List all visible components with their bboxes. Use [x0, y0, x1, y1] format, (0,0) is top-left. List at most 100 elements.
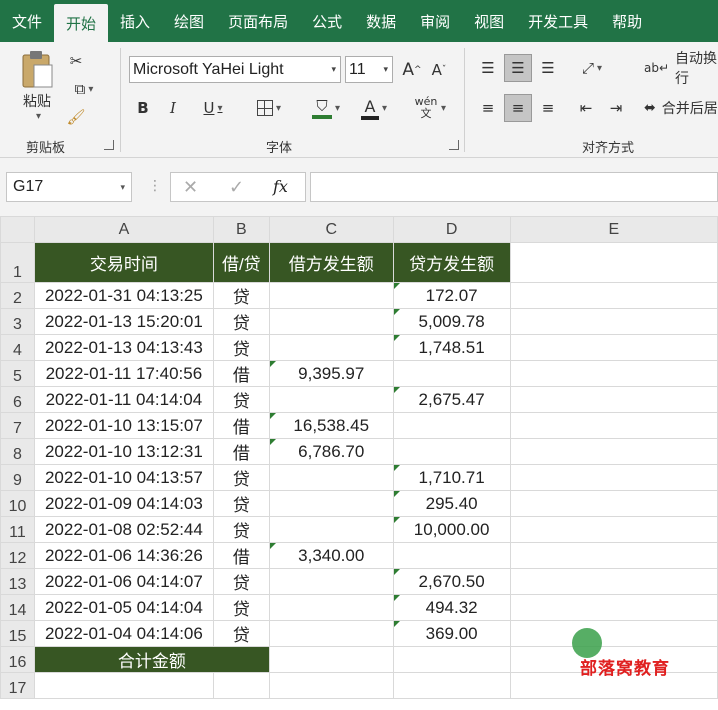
name-box[interactable]: G17 ▾: [6, 172, 132, 202]
debit-cell[interactable]: [268, 282, 394, 309]
type-cell[interactable]: 贷: [212, 568, 270, 595]
debit-cell[interactable]: [268, 464, 394, 491]
time-cell[interactable]: 2022-01-05 04:14:04: [33, 594, 214, 621]
type-cell[interactable]: 贷: [212, 386, 270, 413]
type-cell[interactable]: 贷: [212, 334, 270, 361]
formula-input[interactable]: [310, 172, 718, 202]
italic-button[interactable]: I: [162, 96, 184, 120]
chevron-down-icon[interactable]: ▾: [441, 103, 446, 114]
debit-cell[interactable]: 6,786.70: [268, 438, 394, 465]
debit-cell[interactable]: 9,395.97: [268, 360, 394, 387]
row-header[interactable]: 6: [0, 386, 35, 413]
total-label-cell[interactable]: 合计金额: [33, 646, 270, 673]
debit-cell[interactable]: [268, 568, 394, 595]
credit-cell[interactable]: 1,748.51: [392, 334, 511, 361]
debit-cell[interactable]: [268, 594, 394, 621]
phonetic-button[interactable]: wén 文 ▾: [408, 94, 452, 122]
row-header[interactable]: 8: [0, 438, 35, 465]
credit-cell[interactable]: [392, 438, 511, 465]
cell[interactable]: [509, 516, 718, 543]
chevron-down-icon[interactable]: ▾: [335, 103, 340, 114]
column-header-b[interactable]: B: [212, 216, 270, 243]
orientation-button[interactable]: ⤢ ▾: [572, 56, 612, 80]
wrap-text-button[interactable]: ab↵ 自动换行: [644, 51, 718, 87]
credit-cell[interactable]: 172.07: [392, 282, 511, 309]
font-color-button[interactable]: A ▾: [354, 94, 394, 122]
row-header[interactable]: 10: [0, 490, 35, 517]
align-middle-button[interactable]: ☰: [504, 54, 532, 82]
cell[interactable]: [33, 672, 214, 699]
debit-cell[interactable]: [268, 620, 394, 647]
cell[interactable]: [509, 464, 718, 491]
cell[interactable]: [509, 542, 718, 569]
debit-cell[interactable]: [268, 308, 394, 335]
header-cell-debit[interactable]: 借方发生额: [268, 242, 394, 283]
row-header[interactable]: 12: [0, 542, 35, 569]
select-all-corner[interactable]: [0, 216, 35, 243]
cell[interactable]: [509, 360, 718, 387]
align-center-button[interactable]: ≡: [504, 94, 532, 122]
time-cell[interactable]: 2022-01-11 04:14:04: [33, 386, 214, 413]
credit-cell[interactable]: 5,009.78: [392, 308, 511, 335]
menu-item[interactable]: 开发工具: [516, 0, 600, 42]
menu-item[interactable]: 绘图: [162, 0, 216, 42]
menu-item[interactable]: 帮助: [600, 0, 654, 42]
borders-button[interactable]: ▾: [248, 96, 290, 120]
time-cell[interactable]: 2022-01-06 04:14:07: [33, 568, 214, 595]
column-header-c[interactable]: C: [268, 216, 394, 243]
font-size-select[interactable]: 11 ▾: [345, 56, 393, 83]
insert-function-icon[interactable]: fx: [273, 177, 288, 196]
row-header[interactable]: 16: [0, 646, 35, 673]
fill-color-button[interactable]: ⛉ ▾: [304, 94, 348, 122]
font-launcher-icon[interactable]: [449, 140, 459, 150]
cell[interactable]: [509, 412, 718, 439]
credit-cell[interactable]: 1,710.71: [392, 464, 511, 491]
menu-item[interactable]: 数据: [354, 0, 408, 42]
cell[interactable]: [509, 334, 718, 361]
cell[interactable]: [509, 438, 718, 465]
cell[interactable]: [509, 282, 718, 309]
row-header[interactable]: 2: [0, 282, 35, 309]
chevron-down-icon[interactable]: ▾: [217, 103, 222, 114]
type-cell[interactable]: 借: [212, 412, 270, 439]
cell[interactable]: [509, 620, 718, 647]
align-left-button[interactable]: ≡: [476, 96, 500, 120]
confirm-icon[interactable]: ✓: [229, 177, 244, 198]
chevron-down-icon[interactable]: ▾: [597, 63, 602, 74]
time-cell[interactable]: 2022-01-31 04:13:25: [33, 282, 214, 309]
time-cell[interactable]: 2022-01-08 02:52:44: [33, 516, 214, 543]
align-right-button[interactable]: ≡: [536, 96, 560, 120]
row-header[interactable]: 17: [0, 672, 35, 699]
copy-button[interactable]: ⧉ ▾: [64, 78, 104, 100]
menu-item[interactable]: 视图: [462, 0, 516, 42]
cancel-icon[interactable]: ✕: [183, 177, 198, 198]
menu-item[interactable]: 审阅: [408, 0, 462, 42]
type-cell[interactable]: 贷: [212, 620, 270, 647]
cell[interactable]: [509, 490, 718, 517]
row-header[interactable]: 1: [0, 242, 35, 283]
clipboard-launcher-icon[interactable]: [104, 140, 114, 150]
type-cell[interactable]: 贷: [212, 490, 270, 517]
type-cell[interactable]: 贷: [212, 594, 270, 621]
cell[interactable]: [212, 672, 270, 699]
column-header-d[interactable]: D: [392, 216, 511, 243]
cell[interactable]: [509, 242, 718, 283]
cut-button[interactable]: ✂: [64, 50, 88, 72]
time-cell[interactable]: 2022-01-10 13:12:31: [33, 438, 214, 465]
cell[interactable]: [268, 672, 394, 699]
row-header[interactable]: 15: [0, 620, 35, 647]
row-header[interactable]: 4: [0, 334, 35, 361]
type-cell[interactable]: 贷: [212, 464, 270, 491]
header-cell-credit[interactable]: 贷方发生额: [392, 242, 511, 283]
type-cell[interactable]: 贷: [212, 516, 270, 543]
credit-cell[interactable]: 369.00: [392, 620, 511, 647]
decrease-indent-button[interactable]: ⇤: [574, 96, 598, 120]
menu-item[interactable]: 页面布局: [216, 0, 300, 42]
time-cell[interactable]: 2022-01-09 04:14:03: [33, 490, 214, 517]
format-painter-button[interactable]: 🖌: [64, 106, 88, 128]
credit-cell[interactable]: 295.40: [392, 490, 511, 517]
header-cell-time[interactable]: 交易时间: [33, 242, 214, 283]
time-cell[interactable]: 2022-01-10 13:15:07: [33, 412, 214, 439]
credit-cell[interactable]: [392, 542, 511, 569]
debit-cell[interactable]: [268, 334, 394, 361]
